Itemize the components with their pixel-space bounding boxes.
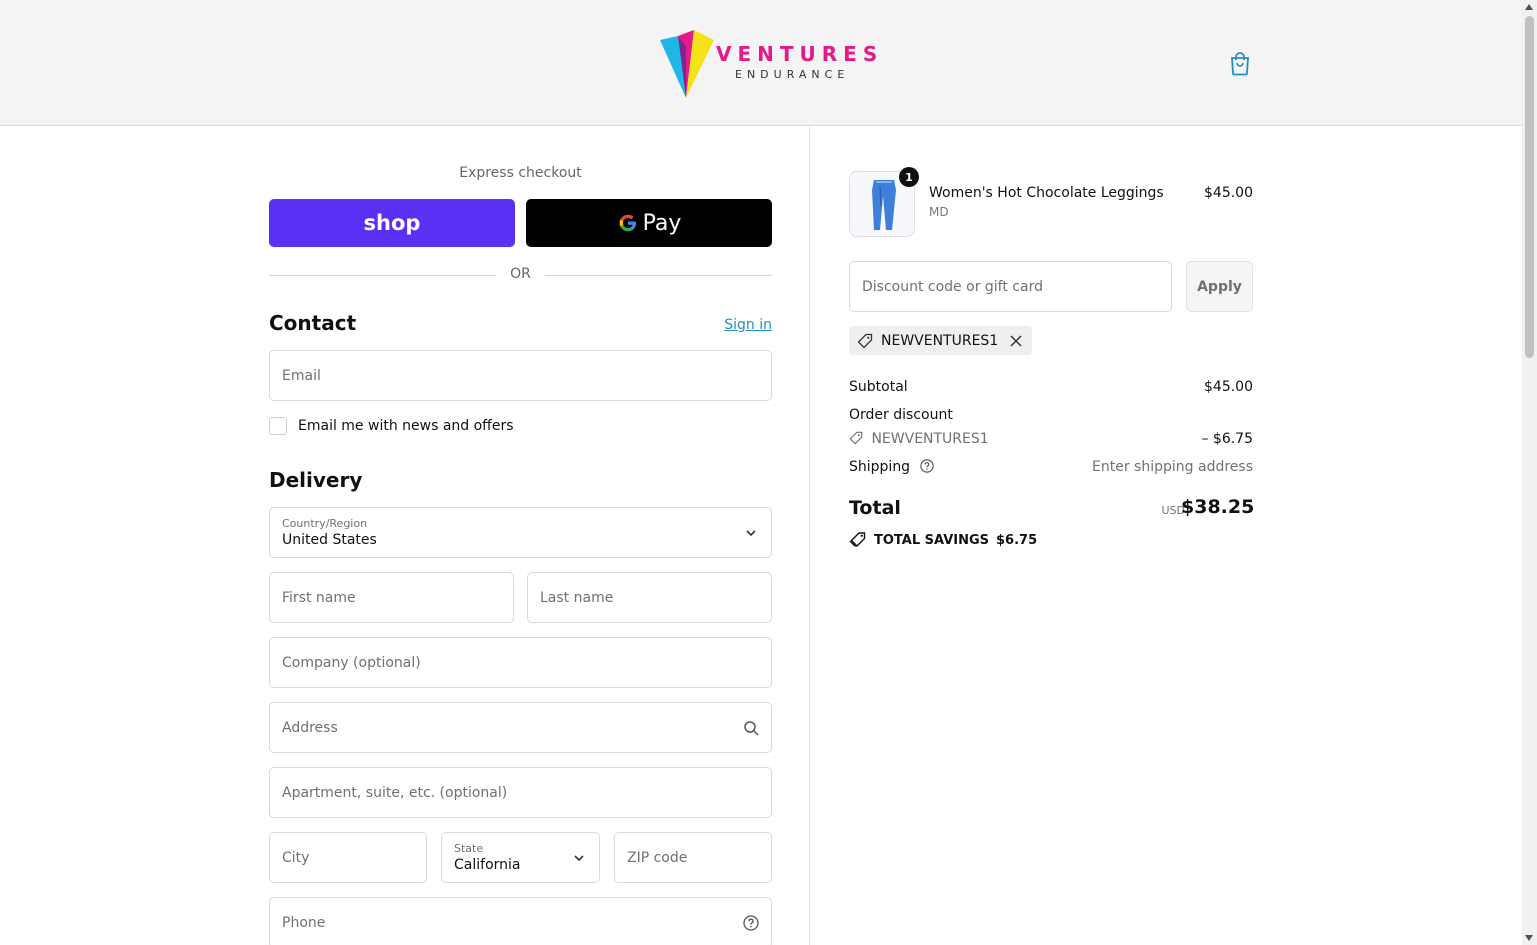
or-divider: OR (269, 265, 772, 285)
sign-in-link[interactable]: Sign in (700, 317, 772, 333)
subtotal-value: $45.00 (1204, 379, 1253, 395)
address-field[interactable]: Address (269, 702, 772, 753)
phone-placeholder: Phone (282, 914, 326, 931)
newsletter-checkbox[interactable] (269, 417, 287, 435)
close-icon[interactable] (1010, 334, 1022, 347)
checkout-form-panel: Express checkout shop Pay OR Contact Sig… (0, 127, 810, 945)
google-pay-label: Pay (642, 210, 682, 236)
city-field[interactable]: City (269, 832, 427, 883)
logo-mark-icon (660, 30, 714, 98)
apartment-field[interactable]: Apartment, suite, etc. (optional) (269, 767, 772, 818)
divider-line (545, 275, 772, 276)
search-icon (744, 720, 759, 736)
country-select[interactable]: Country/Region United States (269, 507, 772, 558)
applied-discount-chip: NEWVENTURES1 (849, 326, 1033, 355)
subtotal-label: Subtotal (849, 379, 908, 395)
contact-title: Contact (269, 311, 357, 335)
newsletter-label: Email me with news and offers (298, 418, 514, 434)
company-field[interactable]: Company (optional) (269, 637, 772, 688)
shipping-value: Enter shipping address (1092, 459, 1253, 475)
country-value: United States (282, 532, 377, 548)
shipping-label: Shipping (849, 459, 911, 475)
scroll-thumb[interactable] (1525, 16, 1534, 358)
quantity-badge: 1 (899, 167, 919, 187)
shop-pay-label: shop (363, 211, 421, 235)
zip-field[interactable]: ZIP code (614, 832, 772, 883)
header: VENTURES ENDURANCE (0, 0, 1522, 126)
zip-placeholder: ZIP code (627, 849, 688, 866)
google-g-icon (619, 214, 636, 232)
last-name-placeholder: Last name (540, 589, 614, 606)
chevron-down-icon (574, 854, 584, 861)
brand-name: VENTURES (716, 42, 884, 66)
savings-value: $6.75 (996, 532, 1038, 548)
shopping-bag-icon[interactable] (1228, 50, 1252, 76)
scroll-up-arrow[interactable] (1525, 4, 1533, 10)
order-discount-label: Order discount (849, 407, 953, 423)
order-discount-row: Order discount (849, 407, 1253, 423)
apartment-placeholder: Apartment, suite, etc. (optional) (282, 784, 508, 801)
page-scrollbar[interactable] (1522, 0, 1537, 945)
discount-code-row: NEWVENTURES1 – $6.75 (849, 431, 1253, 447)
state-label: State (454, 842, 484, 855)
address-placeholder: Address (282, 719, 338, 736)
order-summary-panel: 1 Women's Hot Chocolate Leggings MD $45.… (811, 127, 1522, 945)
total-currency: USD (1161, 504, 1185, 517)
shop-pay-button[interactable]: shop (269, 199, 515, 247)
shipping-row: Shipping Enter shipping address (849, 459, 1253, 475)
discount-code-label: NEWVENTURES1 (871, 431, 989, 447)
google-pay-button[interactable]: Pay (526, 199, 772, 247)
subtotal-row: Subtotal $45.00 (849, 379, 1253, 395)
discount-value: – $6.75 (1201, 431, 1253, 447)
state-value: California (454, 857, 521, 873)
savings-label: TOTAL SAVINGS (874, 532, 990, 548)
brand-tagline: ENDURANCE (735, 68, 850, 81)
email-field[interactable]: Email (269, 350, 772, 401)
city-placeholder: City (282, 849, 310, 866)
discount-placeholder: Discount code or gift card (862, 278, 1043, 295)
total-savings: TOTAL SAVINGS $6.75 (849, 531, 1037, 549)
first-name-field[interactable]: First name (269, 572, 514, 623)
total-value: $38.25 (1181, 496, 1255, 518)
company-placeholder: Company (optional) (282, 654, 421, 671)
last-name-field[interactable]: Last name (527, 572, 772, 623)
scroll-down-arrow[interactable] (1525, 935, 1533, 941)
express-checkout-label: Express checkout (459, 165, 582, 181)
tags-icon (849, 532, 866, 547)
phone-field[interactable]: Phone (269, 897, 772, 945)
applied-code-label: NEWVENTURES1 (881, 332, 999, 349)
newsletter-option[interactable]: Email me with news and offers (269, 416, 514, 436)
product-name: Women's Hot Chocolate Leggings (929, 185, 1164, 201)
product-variant: MD (929, 205, 949, 219)
product-price: $45.00 (1204, 185, 1253, 201)
total-label: Total (849, 497, 901, 519)
brand-logo[interactable]: VENTURES ENDURANCE (656, 26, 877, 102)
first-name-placeholder: First name (282, 589, 356, 606)
help-circle-icon[interactable] (919, 459, 934, 473)
email-placeholder: Email (282, 367, 321, 384)
help-circle-icon[interactable] (743, 914, 759, 931)
tag-icon (857, 333, 873, 348)
or-label: OR (510, 266, 531, 282)
country-label: Country/Region (282, 517, 368, 530)
apply-discount-button[interactable]: Apply (1186, 261, 1253, 312)
delivery-title: Delivery (269, 468, 363, 492)
chevron-down-icon (746, 529, 756, 536)
state-select[interactable]: State California (441, 832, 600, 883)
discount-code-input[interactable]: Discount code or gift card (849, 261, 1172, 312)
tag-icon (849, 431, 863, 445)
